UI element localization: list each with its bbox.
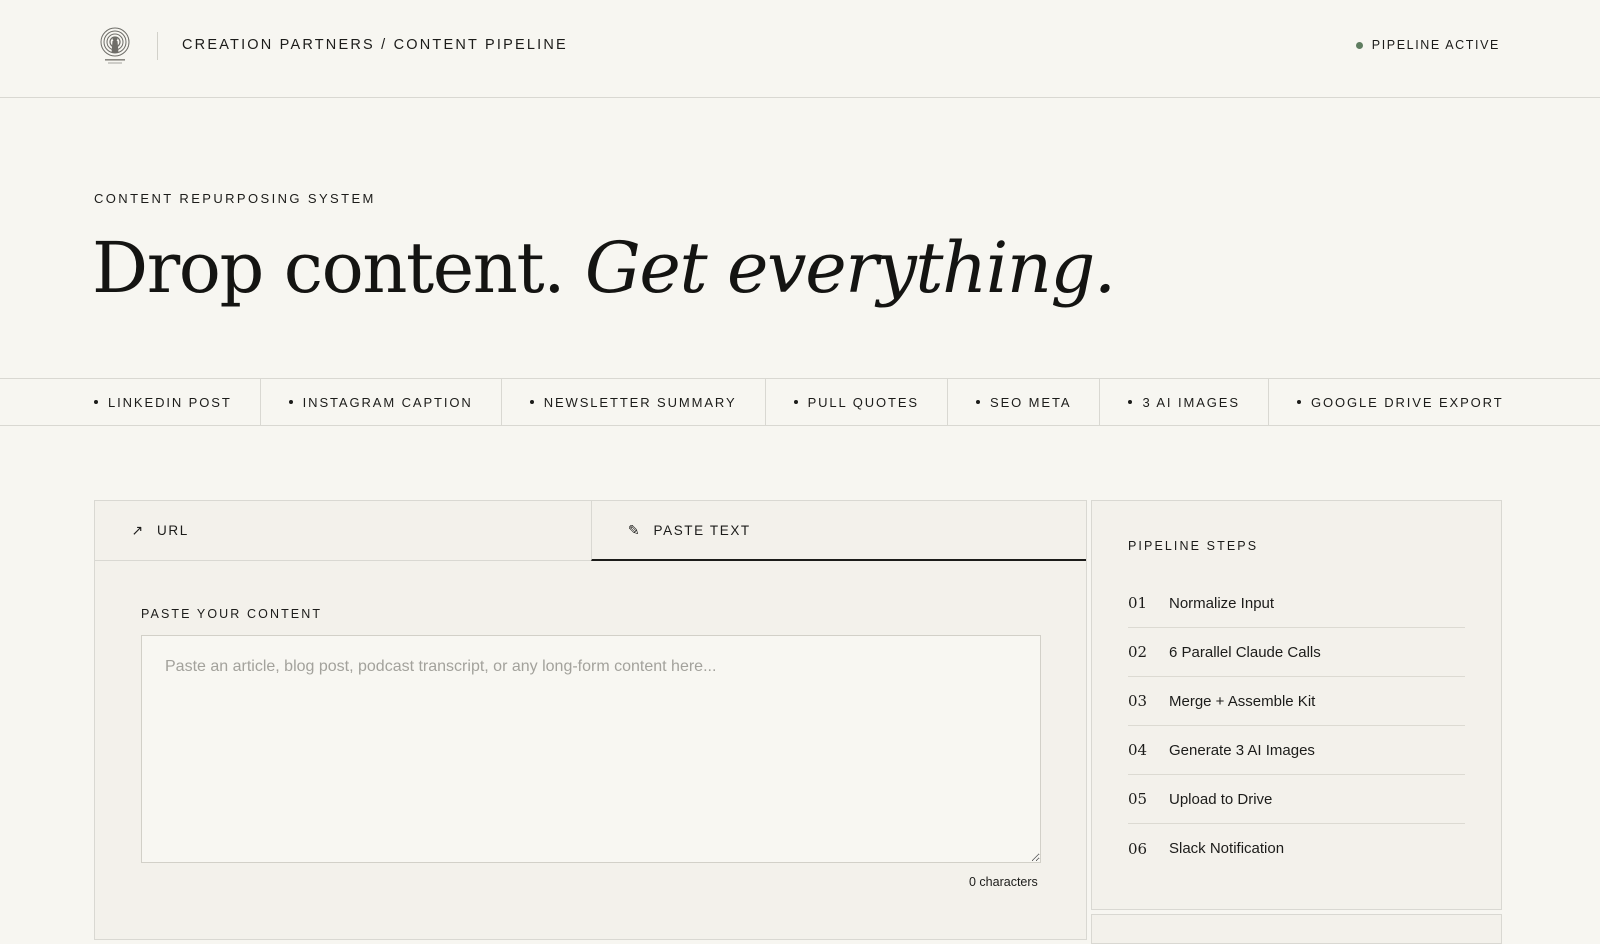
pipeline-step: 01 Normalize Input	[1128, 579, 1465, 628]
bullet-icon	[529, 400, 534, 404]
bullet-icon	[793, 400, 798, 404]
step-label: Generate 3 AI Images	[1169, 741, 1315, 759]
arrow-up-right-icon: ↗	[131, 522, 145, 538]
bullet-icon	[94, 400, 98, 404]
input-mode-tabs: ↗ URL ✎ PASTE TEXT	[95, 501, 1086, 561]
output-tag-linkedin-post: LINKEDIN POST	[0, 379, 261, 425]
header-divider	[157, 32, 158, 60]
output-tag-label: PULL QUOTES	[807, 394, 920, 410]
pipeline-step: 06 Slack Notification	[1128, 824, 1465, 873]
tab-url-label: URL	[157, 523, 189, 538]
step-label: Slack Notification	[1169, 840, 1285, 857]
secondary-panel	[1091, 914, 1502, 944]
pipeline-steps-list: 01 Normalize Input 02 6 Parallel Claude Ca…	[1128, 579, 1465, 873]
status-dot-icon	[1355, 41, 1363, 49]
headline-italic: Get everything.	[584, 227, 1116, 309]
output-tag-label: NEWSLETTER SUMMARY	[543, 394, 737, 410]
pipeline-steps-title: PIPELINE STEPS	[1128, 539, 1259, 553]
pipeline-step: 03 Merge + Assemble Kit	[1128, 677, 1465, 726]
pipeline-step: 04 Generate 3 AI Images	[1128, 726, 1465, 775]
content-input-panel: ↗ URL ✎ PASTE TEXT PASTE YOUR CONTENT	[94, 500, 1087, 940]
tab-paste-text-label: PASTE TEXT	[653, 522, 751, 538]
output-tags-strip: LINKEDIN POST INSTAGRAM CAPTION NEWSLETT…	[0, 378, 1600, 426]
step-number: 04	[1128, 741, 1148, 759]
tab-paste-text[interactable]: ✎ PASTE TEXT	[590, 501, 1086, 561]
pencil-icon: ✎	[627, 521, 642, 538]
pipeline-status: PIPELINE ACTIVE	[1355, 38, 1500, 52]
output-tag-ai-images: 3 AI IMAGES	[1100, 379, 1269, 425]
output-tag-google-drive-export: GOOGLE DRIVE EXPORT	[1269, 379, 1532, 425]
creation-partners-logo-icon[interactable]	[96, 26, 134, 66]
pipeline-step: 05 Upload to Drive	[1128, 775, 1465, 824]
bullet-icon	[288, 400, 293, 404]
bullet-icon	[1296, 400, 1301, 404]
step-label: Upload to Drive	[1169, 790, 1273, 808]
output-tag-label: SEO META	[990, 394, 1072, 410]
output-tag-label: 3 AI IMAGES	[1142, 394, 1240, 410]
breadcrumb: CREATION PARTNERS / CONTENT PIPELINE	[182, 37, 568, 53]
output-tag-pull-quotes: PULL QUOTES	[766, 379, 949, 425]
content-textarea[interactable]	[141, 635, 1041, 863]
step-number: 03	[1128, 692, 1148, 710]
step-number: 05	[1128, 790, 1148, 808]
headline-plain: Drop content.	[92, 227, 565, 309]
output-tag-label: GOOGLE DRIVE EXPORT	[1310, 394, 1504, 410]
output-tag-seo-meta: SEO META	[948, 379, 1101, 425]
step-number: 06	[1128, 839, 1148, 858]
step-number: 01	[1128, 594, 1148, 612]
character-count: 0 characters	[969, 875, 1038, 889]
content-field-label: PASTE YOUR CONTENT	[141, 607, 323, 621]
step-label: Normalize Input	[1169, 594, 1275, 612]
pipeline-steps-panel: PIPELINE STEPS 01 Normalize Input 02 6 Par…	[1091, 500, 1502, 910]
tab-url[interactable]: ↗ URL	[95, 501, 591, 561]
bullet-icon	[1128, 400, 1133, 404]
hero-headline: Drop content. Get everything.	[92, 226, 1116, 310]
top-header: CREATION PARTNERS / CONTENT PIPELINE PIP…	[0, 0, 1600, 98]
output-tag-label: LINKEDIN POST	[108, 394, 232, 410]
step-number: 02	[1128, 643, 1148, 661]
status-label: PIPELINE ACTIVE	[1371, 38, 1500, 52]
output-tag-instagram-caption: INSTAGRAM CAPTION	[261, 379, 502, 425]
step-label: Merge + Assemble Kit	[1169, 692, 1316, 710]
pipeline-step: 02 6 Parallel Claude Calls	[1128, 628, 1465, 677]
hero-eyebrow: CONTENT REPURPOSING SYSTEM	[94, 191, 376, 206]
step-label: 6 Parallel Claude Calls	[1169, 643, 1321, 661]
output-tag-label: INSTAGRAM CAPTION	[302, 394, 473, 410]
output-tag-newsletter-summary: NEWSLETTER SUMMARY	[502, 379, 766, 425]
bullet-icon	[976, 400, 981, 404]
